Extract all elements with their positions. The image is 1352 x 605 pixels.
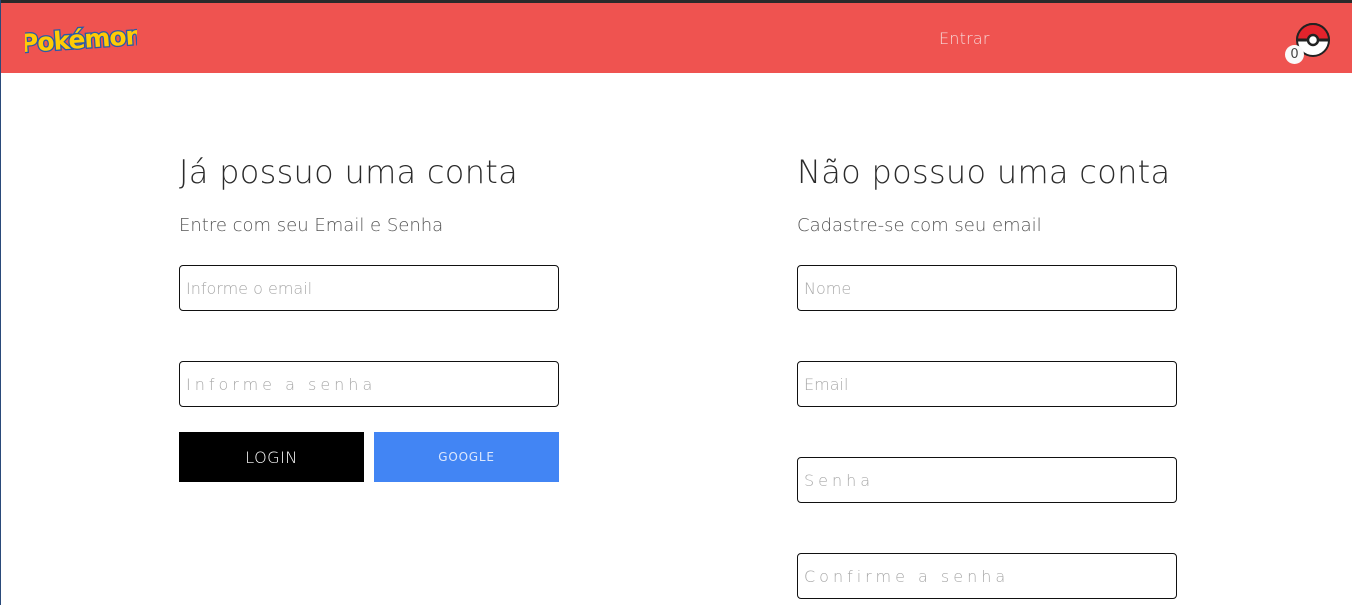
login-title: Já possuo uma conta bbox=[179, 153, 519, 191]
login-section: Já possuo uma conta Entre com seu Email … bbox=[179, 150, 518, 238]
register-email-input[interactable] bbox=[797, 361, 1177, 407]
register-confirm-password-input[interactable] bbox=[797, 553, 1177, 599]
register-title: Não possuo uma conta bbox=[797, 153, 1171, 191]
login-button[interactable]: LOGIN bbox=[179, 432, 364, 482]
pokemon-logo[interactable]: Pokémon bbox=[25, 15, 137, 61]
register-name-input[interactable] bbox=[797, 265, 1177, 311]
login-password-input[interactable] bbox=[179, 361, 559, 407]
svg-text:Pokémon: Pokémon bbox=[25, 21, 137, 58]
login-email-input[interactable] bbox=[179, 265, 559, 311]
navbar: Pokémon Entrar 0 bbox=[1, 3, 1352, 73]
register-password-input[interactable] bbox=[797, 457, 1177, 503]
nav-entrar-link[interactable]: Entrar bbox=[939, 29, 990, 48]
cart-count-badge: 0 bbox=[1285, 45, 1304, 64]
page: Pokémon Entrar 0 Já possuo uma conta Ent… bbox=[0, 0, 1352, 605]
login-subtitle: Entre com seu Email e Senha bbox=[179, 215, 444, 236]
register-subtitle: Cadastre-se com seu email bbox=[797, 215, 1042, 236]
google-login-button[interactable]: GOOGLE bbox=[374, 432, 559, 482]
register-section: Não possuo uma conta Cadastre-se com seu… bbox=[797, 150, 1170, 238]
